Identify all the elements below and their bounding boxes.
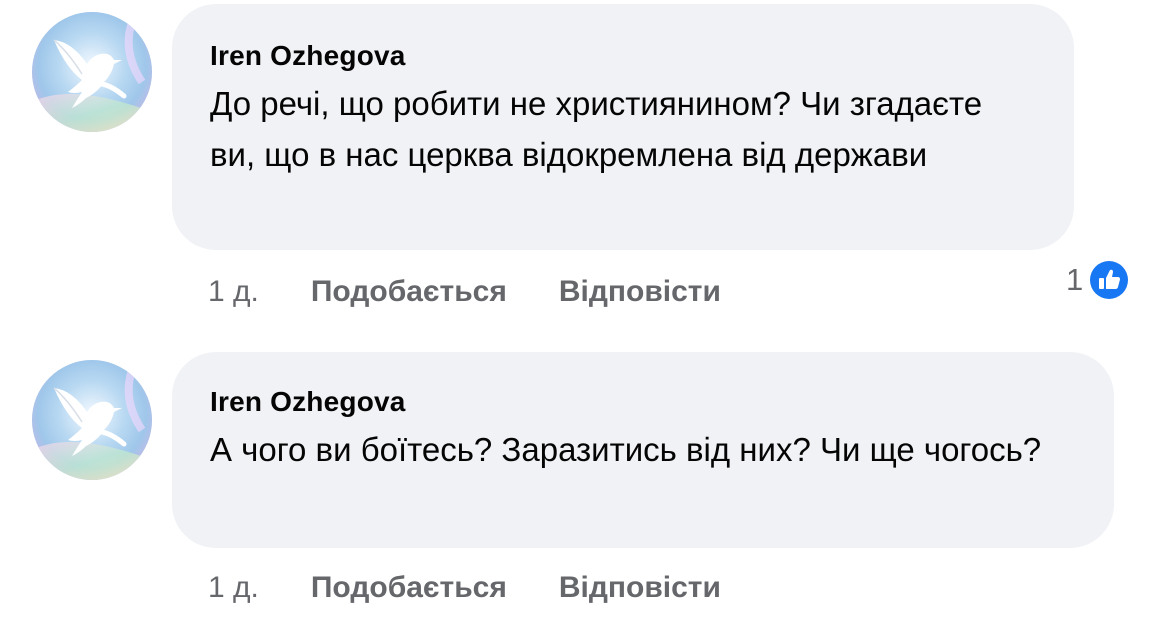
comment-timestamp[interactable]: 1 д.: [208, 571, 259, 605]
comment-bubble: Iren Ozhegova А чого ви боїтесь? Заразит…: [172, 352, 1114, 548]
reply-button[interactable]: Відповісти: [559, 571, 721, 605]
comment-actions: 1 д. Подобається Відповісти: [208, 566, 773, 610]
like-button[interactable]: Подобається: [311, 571, 507, 605]
comment-text: А чого ви боїтесь? Заразитись від них? Ч…: [210, 431, 1042, 468]
dove-icon: [32, 360, 152, 480]
dove-icon: [32, 12, 152, 132]
comment-author[interactable]: Iren Ozhegova: [210, 384, 1076, 420]
comment-bubble: Iren Ozhegova До речі, що робити не хрис…: [172, 4, 1074, 250]
avatar[interactable]: [32, 12, 152, 132]
like-button[interactable]: Подобається: [311, 275, 507, 309]
comment-text: До речі, що робити не християнином? Чи з…: [210, 85, 983, 173]
comment-author[interactable]: Iren Ozhegova: [210, 38, 1036, 74]
reaction-summary[interactable]: 1: [1066, 256, 1132, 304]
comment-actions: 1 д. Подобається Відповісти: [208, 270, 773, 314]
reaction-count: 1: [1066, 262, 1084, 297]
comment-timestamp[interactable]: 1 д.: [208, 275, 259, 309]
reply-button[interactable]: Відповісти: [559, 275, 721, 309]
like-icon: [1087, 258, 1132, 302]
avatar[interactable]: [32, 360, 152, 480]
